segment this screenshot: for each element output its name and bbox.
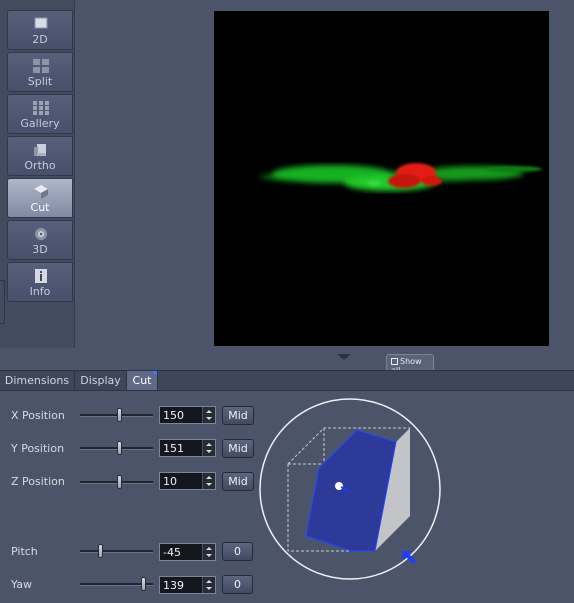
yaw-reset-button[interactable]: 0: [222, 575, 253, 594]
z-position-stepper[interactable]: [202, 473, 215, 489]
view-info-button[interactable]: Info: [7, 262, 73, 302]
active-tab-marker: [152, 371, 157, 376]
info-icon: [35, 269, 47, 283]
pitch-input[interactable]: [160, 544, 205, 560]
cut-cube-icon: [34, 185, 48, 199]
arrow-down-icon[interactable]: [206, 450, 212, 453]
z-position-mid-button[interactable]: Mid: [222, 472, 254, 491]
view-split-button[interactable]: Split: [7, 52, 73, 92]
3d-view-icon: [35, 228, 47, 240]
view-info-label: Info: [29, 285, 51, 298]
x-position-input[interactable]: [160, 407, 205, 423]
yaw-stepper[interactable]: [202, 577, 215, 593]
view-cut-button[interactable]: Cut: [7, 178, 73, 218]
checkbox-icon: [391, 358, 398, 365]
arrow-up-icon[interactable]: [206, 547, 212, 550]
sidebar-resize-handle[interactable]: [0, 280, 5, 324]
arrow-up-icon[interactable]: [206, 476, 212, 479]
x-position-mid-button[interactable]: Mid: [222, 406, 254, 425]
view-3d-button[interactable]: 3D: [7, 220, 73, 260]
y-position-stepper[interactable]: [202, 440, 215, 456]
single-view-icon: [34, 17, 48, 29]
view-gallery-button[interactable]: Gallery: [7, 94, 73, 134]
tab-dimensions[interactable]: Dimensions: [0, 371, 75, 390]
y-position-label: Y Position: [11, 442, 65, 455]
y-position-mid-button[interactable]: Mid: [222, 439, 254, 458]
yaw-label: Yaw: [11, 578, 32, 591]
arrow-up-icon[interactable]: [206, 410, 212, 413]
yaw-spinbox[interactable]: [159, 576, 216, 594]
collapse-panel-arrow[interactable]: [337, 354, 351, 360]
yaw-input[interactable]: [160, 577, 205, 593]
view-2d-label: 2D: [32, 33, 48, 46]
tab-cut-label: Cut: [132, 374, 152, 387]
control-tabs: Dimensions Display Cut: [0, 370, 574, 391]
y-position-spinbox[interactable]: [159, 439, 216, 457]
view-ortho-label: Ortho: [24, 159, 56, 172]
tab-display[interactable]: Display: [75, 371, 127, 390]
arrow-down-icon[interactable]: [206, 483, 212, 486]
z-position-slider-thumb[interactable]: [117, 475, 122, 489]
x-position-spinbox[interactable]: [159, 406, 216, 424]
z-position-input[interactable]: [160, 473, 205, 489]
pitch-slider-track[interactable]: [80, 550, 153, 553]
pitch-reset-button[interactable]: 0: [222, 542, 253, 561]
cut-plane-gizmo[interactable]: [259, 398, 444, 583]
x-position-stepper[interactable]: [202, 407, 215, 423]
arrow-up-icon[interactable]: [206, 580, 212, 583]
gallery-grid-icon: [33, 101, 49, 115]
view-mode-sidebar: 2D Split Gallery Ortho Cut 3D Info: [0, 0, 75, 348]
y-position-input[interactable]: [160, 440, 205, 456]
view-split-label: Split: [27, 75, 53, 88]
plane-center-handle[interactable]: [335, 482, 343, 490]
arrow-down-icon[interactable]: [206, 554, 212, 557]
pitch-slider-thumb[interactable]: [98, 544, 103, 558]
ortho-view-icon: [34, 144, 46, 156]
x-position-slider-thumb[interactable]: [117, 408, 122, 422]
pitch-spinbox[interactable]: [159, 543, 216, 561]
microscopy-image: [259, 163, 542, 191]
pitch-stepper[interactable]: [202, 544, 215, 560]
tab-cut[interactable]: Cut: [127, 371, 158, 390]
view-2d-button[interactable]: 2D: [7, 10, 73, 50]
arrow-up-icon[interactable]: [206, 443, 212, 446]
y-position-slider-thumb[interactable]: [117, 441, 122, 455]
split-view-icon: [33, 59, 49, 73]
view-ortho-button[interactable]: Ortho: [7, 136, 73, 176]
x-position-label: X Position: [11, 409, 65, 422]
pitch-label: Pitch: [11, 545, 38, 558]
z-position-label: Z Position: [11, 475, 65, 488]
yaw-slider-thumb[interactable]: [141, 577, 146, 591]
show-all-button[interactable]: Show all: [386, 354, 434, 375]
z-position-spinbox[interactable]: [159, 472, 216, 490]
arrow-down-icon[interactable]: [206, 587, 212, 590]
view-3d-label: 3D: [32, 243, 48, 256]
image-viewport[interactable]: [214, 11, 549, 346]
arrow-down-icon[interactable]: [206, 417, 212, 420]
view-cut-label: Cut: [30, 201, 50, 214]
view-gallery-label: Gallery: [20, 117, 60, 130]
